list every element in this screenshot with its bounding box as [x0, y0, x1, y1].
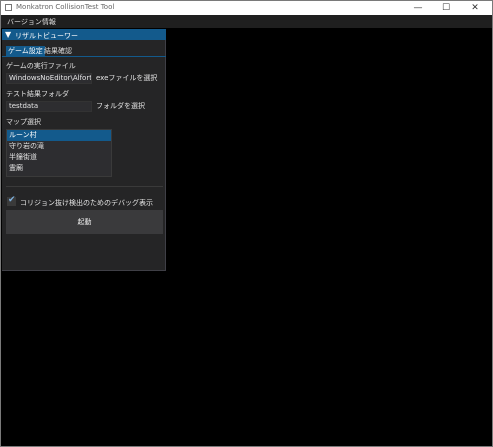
list-item[interactable]: 半鐘街道 — [7, 152, 111, 163]
map-list[interactable]: ルーン村 守り岩の滝 半鐘街道 霊廟 — [6, 129, 112, 177]
menu-bar: バージョン情報 — [1, 15, 492, 28]
debug-checkbox-label: コリジョン抜け検出のためのデバッグ表示 — [20, 199, 153, 207]
tab-underline — [2, 56, 166, 57]
close-icon[interactable]: ✕ — [461, 1, 489, 15]
launch-button[interactable]: 起動 — [6, 210, 163, 234]
collapse-triangle-icon[interactable]: ▼ — [5, 30, 11, 39]
minimize-icon[interactable]: — — [404, 1, 432, 15]
title-bar: Monkatron CollisionTest Tool — ☐ ✕ — [1, 1, 492, 15]
list-item[interactable]: 守り岩の滝 — [7, 141, 111, 152]
checkmark-icon: ✔ — [8, 195, 16, 205]
game-exe-field[interactable]: WindowsNoEditor\Alfort.ex — [6, 73, 92, 84]
select-exe-button[interactable]: exeファイルを選択 — [96, 73, 157, 84]
map-select-label: マップ選択 — [6, 118, 41, 126]
select-folder-button[interactable]: フォルダを選択 — [96, 101, 145, 112]
maximize-icon[interactable]: ☐ — [432, 1, 460, 15]
window-title: Monkatron CollisionTest Tool — [16, 3, 115, 11]
result-viewer-panel: ▼ リザルトビューワー ゲーム設定 結果確認 ゲームの実行ファイル Window… — [2, 29, 166, 271]
menu-version-info[interactable]: バージョン情報 — [7, 17, 56, 27]
tab-game-settings[interactable]: ゲーム設定 — [6, 46, 45, 56]
result-folder-field[interactable]: testdata — [6, 101, 92, 112]
debug-checkbox[interactable]: ✔ — [7, 195, 16, 206]
list-item[interactable]: 霊廟 — [7, 163, 111, 174]
app-icon — [5, 4, 12, 11]
game-exe-label: ゲームの実行ファイル — [6, 62, 76, 70]
app-window: Monkatron CollisionTest Tool — ☐ ✕ バージョン… — [0, 0, 493, 447]
tab-result-check[interactable]: 結果確認 — [42, 46, 74, 56]
panel-header[interactable]: ▼ リザルトビューワー — [2, 29, 166, 40]
result-folder-label: テスト結果フォルダ — [6, 90, 69, 98]
panel-title: リザルトビューワー — [15, 32, 78, 40]
list-item[interactable]: ルーン村 — [7, 130, 111, 141]
divider — [6, 186, 163, 187]
